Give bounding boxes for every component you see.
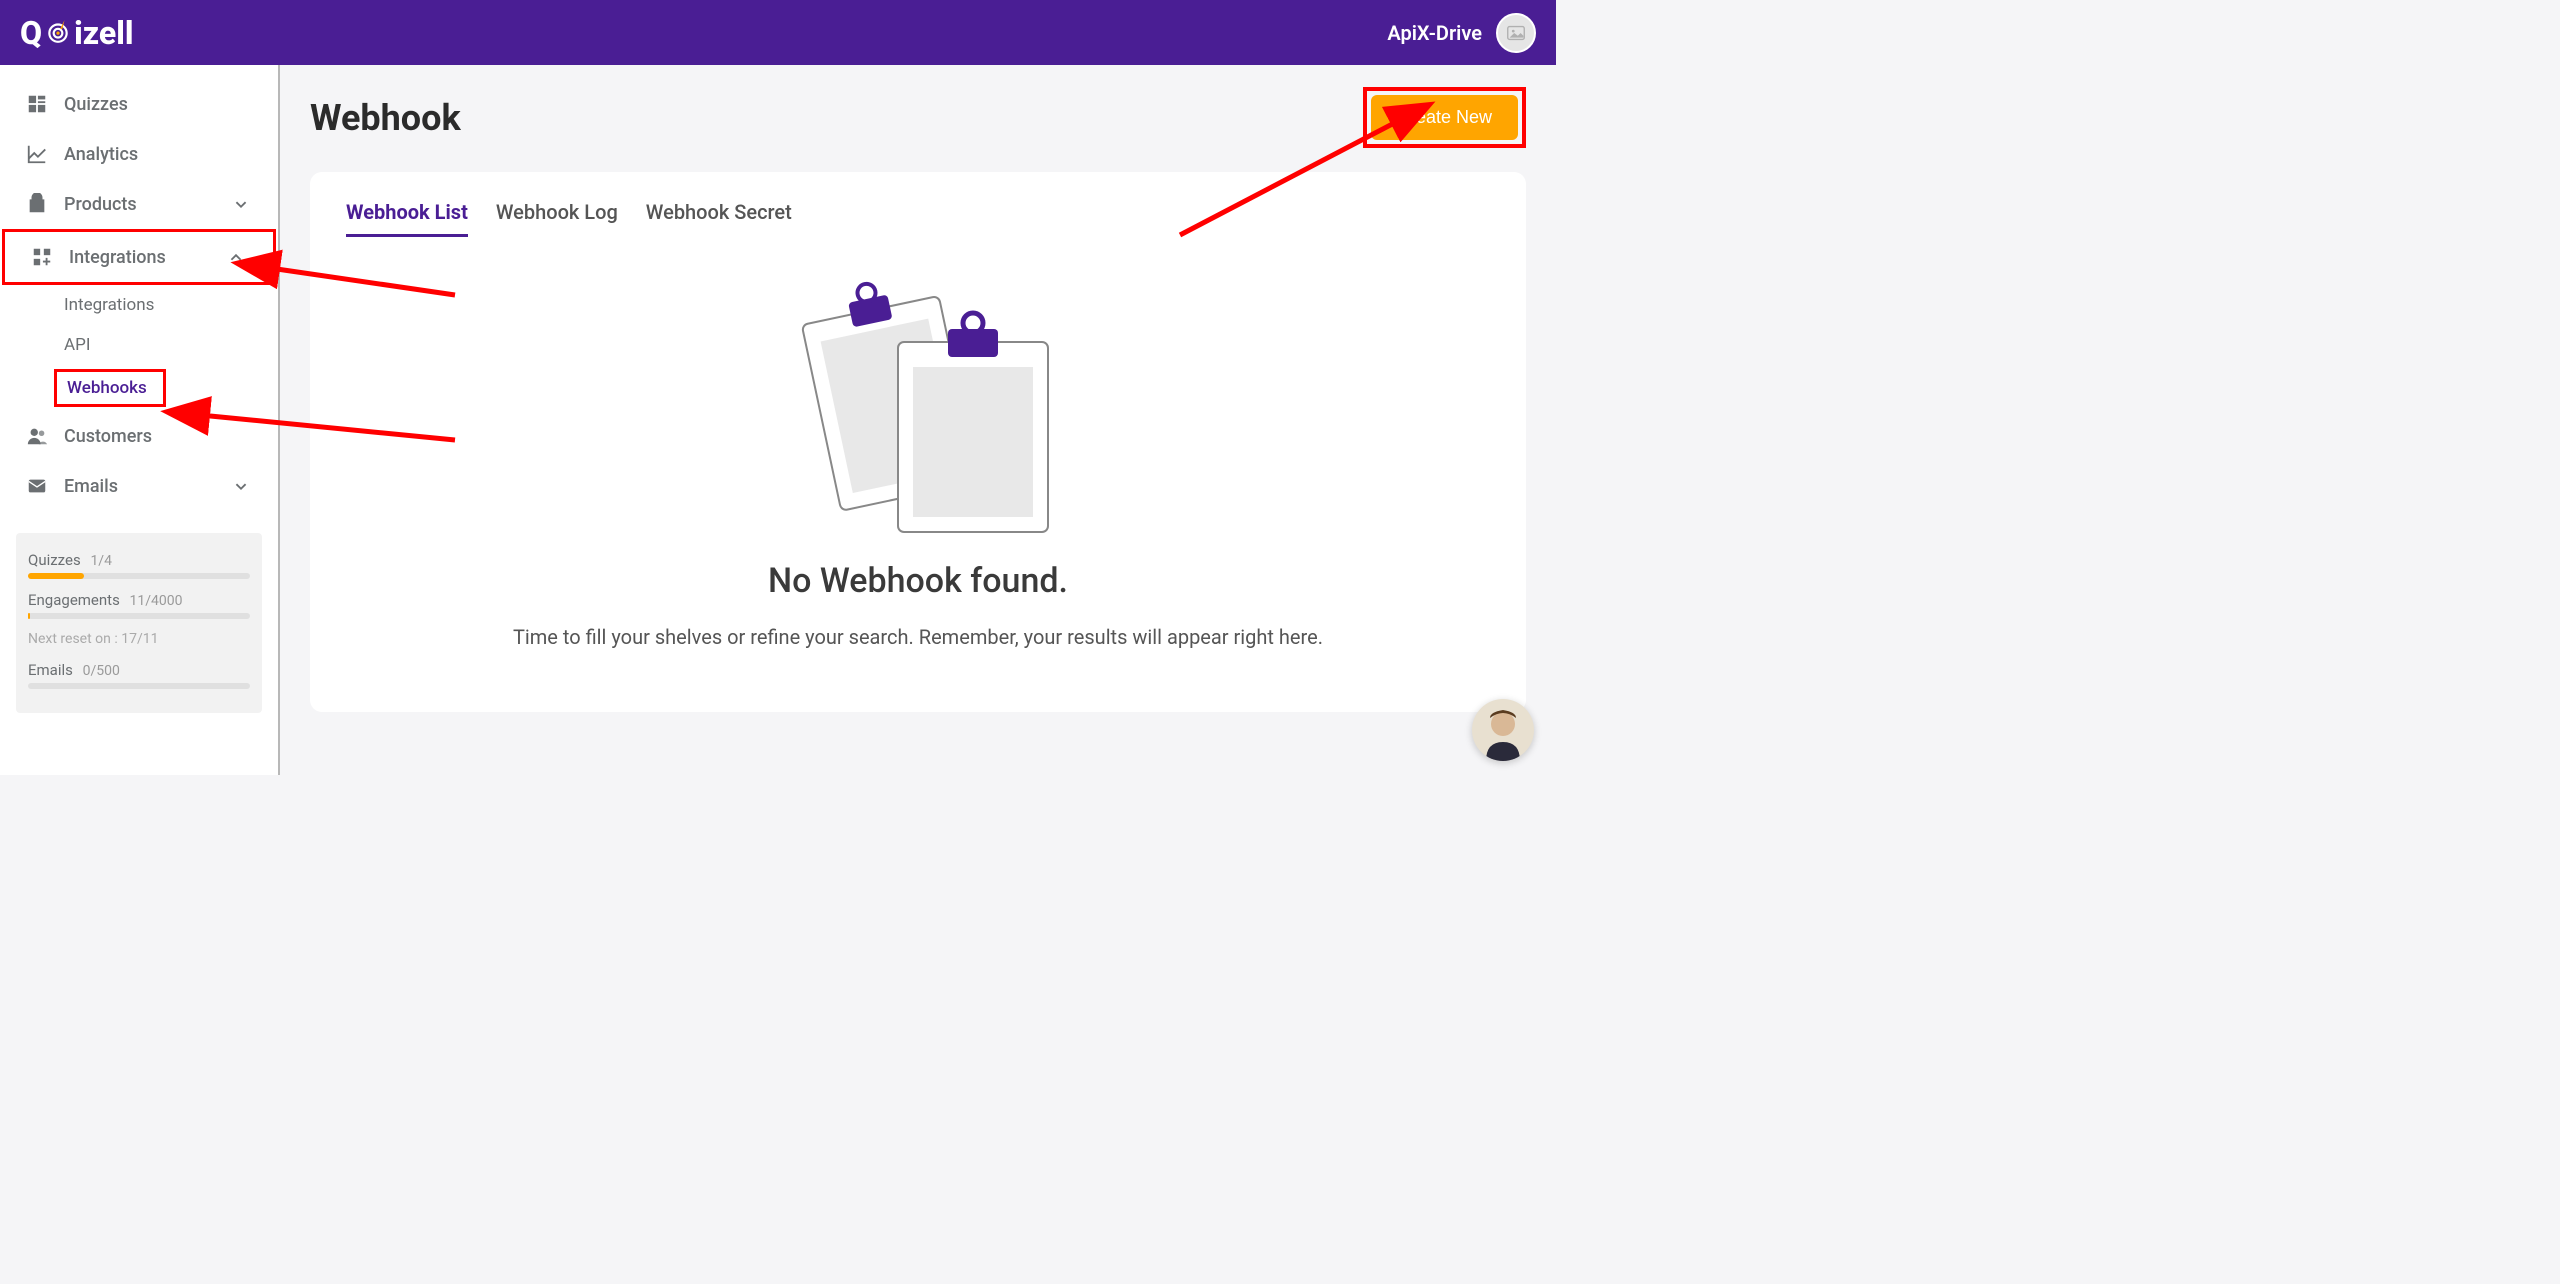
brand-logo[interactable]: Q izell xyxy=(20,14,134,52)
tab-webhook-log[interactable]: Webhook Log xyxy=(496,200,618,237)
chevron-down-icon xyxy=(230,475,252,497)
chevron-down-icon xyxy=(230,193,252,215)
sidebar-item-label: Customers xyxy=(64,426,152,447)
person-icon xyxy=(1478,706,1528,761)
sidebar-item-analytics[interactable]: Analytics xyxy=(0,129,278,179)
sidebar-item-emails[interactable]: Emails xyxy=(0,461,278,511)
sidebar-item-label: Quizzes xyxy=(64,94,128,115)
stat-quizzes: Quizzes 1/4 xyxy=(28,551,250,569)
stat-emails-bar xyxy=(28,683,250,689)
grid-plus-icon xyxy=(31,246,53,268)
page-title: Webhook xyxy=(310,97,461,139)
target-icon xyxy=(45,18,71,44)
empty-clipboard-icon xyxy=(778,267,1058,537)
empty-title: No Webhook found. xyxy=(768,561,1068,601)
tab-webhook-list[interactable]: Webhook List xyxy=(346,200,468,237)
sidebar: Quizzes Analytics Products Integrations … xyxy=(0,65,280,775)
empty-state: No Webhook found. Time to fill your shel… xyxy=(346,267,1490,649)
bag-icon xyxy=(26,193,48,215)
sidebar-subitem-integrations[interactable]: Integrations xyxy=(0,285,278,325)
username: ApiX-Drive xyxy=(1387,21,1482,45)
stat-engagements: Engagements 11/4000 xyxy=(28,591,250,609)
people-icon xyxy=(26,425,48,447)
sidebar-item-integrations[interactable]: Integrations xyxy=(2,229,276,285)
sidebar-item-products[interactable]: Products xyxy=(0,179,278,229)
dashboard-icon xyxy=(26,93,48,115)
stat-engagements-bar xyxy=(28,613,250,619)
create-new-button[interactable]: Create New xyxy=(1371,95,1518,140)
sidebar-item-label: Emails xyxy=(64,476,118,497)
tabs: Webhook List Webhook Log Webhook Secret xyxy=(346,200,1490,237)
empty-subtitle: Time to fill your shelves or refine your… xyxy=(513,625,1323,649)
sidebar-item-quizzes[interactable]: Quizzes xyxy=(0,79,278,129)
support-chat-avatar[interactable] xyxy=(1472,699,1534,761)
chevron-up-icon xyxy=(225,246,247,268)
avatar[interactable] xyxy=(1496,13,1536,53)
stat-quizzes-bar xyxy=(28,573,250,579)
stat-emails: Emails 0/500 xyxy=(28,661,250,679)
analytics-icon xyxy=(26,143,48,165)
main-content: Webhook Create New Webhook List Webhook … xyxy=(280,65,1556,775)
reset-note: Next reset on : 17/11 xyxy=(28,631,250,647)
sidebar-item-label: Products xyxy=(64,194,137,215)
topbar: Q izell ApiX-Drive xyxy=(0,0,1556,65)
sidebar-subitem-api[interactable]: API xyxy=(0,325,278,365)
usage-stats: Quizzes 1/4 Engagements 11/4000 Next res… xyxy=(16,533,262,713)
sidebar-subitem-webhooks[interactable]: Webhooks xyxy=(54,369,166,407)
tab-webhook-secret[interactable]: Webhook Secret xyxy=(646,200,792,237)
webhook-card: Webhook List Webhook Log Webhook Secret xyxy=(310,172,1526,712)
image-placeholder-icon xyxy=(1505,22,1527,44)
mail-icon xyxy=(26,475,48,497)
sidebar-item-label: Analytics xyxy=(64,144,138,165)
sidebar-item-label: Integrations xyxy=(69,247,166,268)
sidebar-item-customers[interactable]: Customers xyxy=(0,411,278,461)
user-area: ApiX-Drive xyxy=(1387,13,1536,53)
create-new-highlight: Create New xyxy=(1363,87,1526,148)
